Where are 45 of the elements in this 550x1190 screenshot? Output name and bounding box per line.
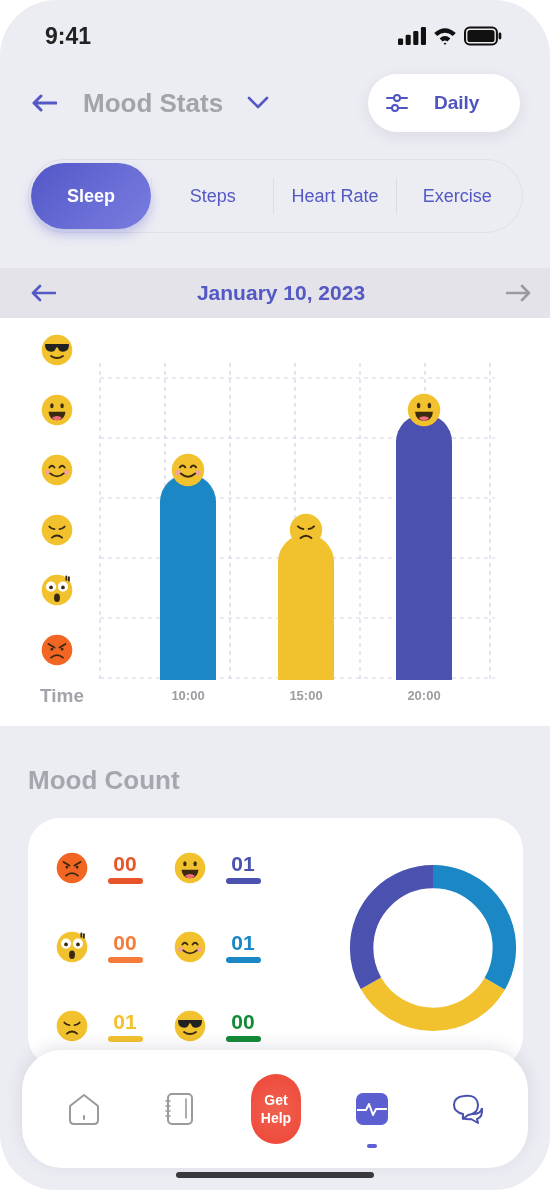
wifi-icon <box>433 27 457 45</box>
tab[interactable]: Exercise <box>396 163 518 229</box>
signal-icon <box>398 27 426 45</box>
tab[interactable]: Heart Rate <box>274 163 396 229</box>
sliders-icon <box>386 93 408 113</box>
mood-count: 00 <box>231 1010 255 1033</box>
sunglasses-face-icon <box>41 334 73 366</box>
chat-bubbles-icon[interactable] <box>451 1092 485 1126</box>
mood-count: 00 <box>113 931 137 954</box>
grinning-face-icon <box>41 394 73 426</box>
grinning-face-icon <box>173 851 207 885</box>
tab[interactable]: Steps <box>152 163 274 229</box>
chevron-down-icon[interactable] <box>247 96 270 110</box>
mood-count: 01 <box>231 931 255 954</box>
date-label: January 10, 2023 <box>196 281 366 305</box>
daily-filter-button[interactable]: Daily <box>368 74 520 132</box>
mood-count: 00 <box>113 852 137 875</box>
smiling-face-icon <box>41 454 73 486</box>
home-icon[interactable] <box>67 1092 101 1126</box>
previous-arrow-icon[interactable] <box>30 284 56 302</box>
mood-count: 01 <box>231 852 255 875</box>
x-axis-title: Time <box>40 685 84 706</box>
get-help-button[interactable]: Get Help <box>250 1074 302 1144</box>
section-title: Mood Count <box>28 764 181 796</box>
sad-face-icon <box>55 1009 89 1043</box>
tab[interactable]: Sleep <box>31 163 151 229</box>
back-arrow-icon[interactable] <box>31 94 57 112</box>
smiling-face-icon <box>173 930 207 964</box>
sunglasses-face-icon <box>173 1009 207 1043</box>
x-axis-label: 20:00 <box>407 688 441 703</box>
page-title: Mood Stats <box>83 87 224 119</box>
angry-face-icon <box>41 634 73 666</box>
angry-face-icon <box>55 851 89 885</box>
mood-count: 01 <box>113 1010 137 1033</box>
x-axis-label: 10:00 <box>171 688 205 703</box>
status-time: 9:41 <box>45 22 92 50</box>
grinning-face-icon <box>407 393 441 427</box>
sad-face-icon <box>41 514 73 546</box>
shocked-face-icon <box>41 574 73 606</box>
active-indicator <box>367 1144 377 1148</box>
battery-icon <box>464 26 502 46</box>
pulse-chart-icon[interactable] <box>355 1092 389 1126</box>
x-axis-label: 15:00 <box>289 688 323 703</box>
smiling-face-icon <box>171 453 205 487</box>
shocked-face-icon <box>55 930 89 964</box>
